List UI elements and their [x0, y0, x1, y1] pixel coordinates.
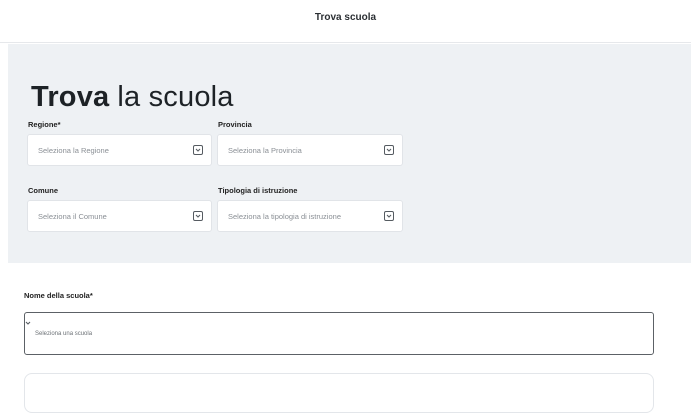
school-placeholder: Seleziona una scuola — [35, 331, 93, 337]
school-name-label: Nome della scuola* — [24, 291, 93, 300]
regione-select[interactable]: Seleziona la Regione — [27, 134, 212, 166]
search-heading-rest: la scuola — [117, 81, 234, 113]
results-card — [24, 373, 654, 413]
provincia-label: Provincia — [218, 120, 252, 129]
comune-label: Comune — [28, 186, 58, 195]
chevron-down-icon — [193, 145, 203, 155]
search-panel: Trova la scuola Regione* Seleziona la Reg… — [8, 44, 691, 263]
chevron-down-icon — [384, 145, 394, 155]
comune-select[interactable]: Seleziona il Comune — [27, 200, 212, 232]
comune-placeholder: Seleziona il Comune — [38, 212, 107, 221]
search-heading-strong: Trova — [31, 81, 110, 113]
tipologia-label: Tipologia di istruzione — [218, 186, 298, 195]
chevron-down-icon — [384, 211, 394, 221]
school-select[interactable]: Seleziona una scuola — [24, 312, 654, 355]
provincia-select[interactable]: Seleziona la Provincia — [217, 134, 403, 166]
chevron-down-icon — [193, 211, 203, 221]
page-header-title: Trova scuola — [314, 12, 377, 23]
search-heading: Trova la scuola — [31, 79, 234, 115]
regione-label: Regione* — [28, 120, 61, 129]
tipologia-select[interactable]: Seleziona la tipologia di istruzione — [217, 200, 403, 232]
tipologia-placeholder: Seleziona la tipologia di istruzione — [228, 212, 341, 221]
top-bar: Trova scuola — [0, 0, 691, 43]
regione-placeholder: Seleziona la Regione — [38, 146, 109, 155]
chevron-down-icon — [25, 313, 31, 330]
provincia-placeholder: Seleziona la Provincia — [228, 146, 302, 155]
